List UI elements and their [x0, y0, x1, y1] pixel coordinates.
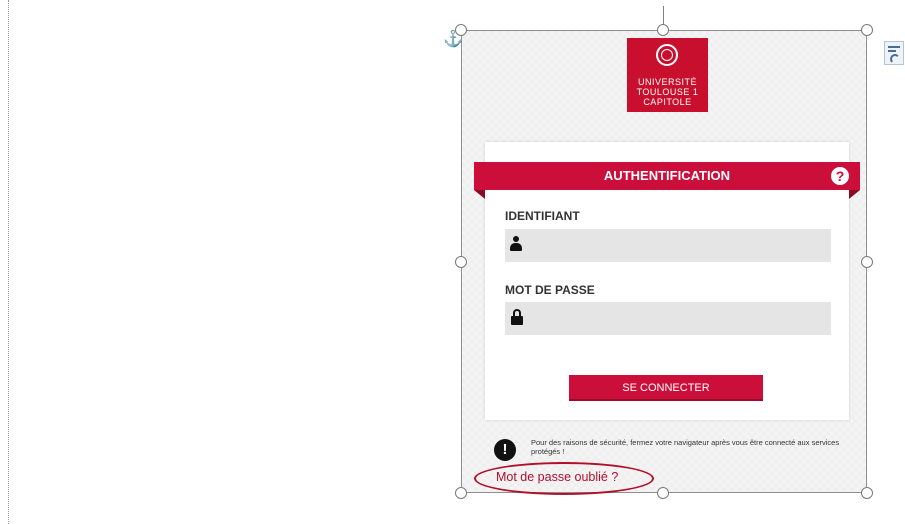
security-notice: Pour des raisons de sécurité, fermez vot…	[531, 438, 840, 456]
page-margin-line	[8, 0, 9, 524]
lock-icon	[511, 309, 523, 325]
identifiant-label: IDENTIFIANT	[505, 209, 580, 223]
logo-line: TOULOUSE 1	[636, 87, 699, 97]
resize-handle-top-left[interactable]	[455, 24, 467, 36]
resize-handle-right[interactable]	[861, 256, 873, 268]
resize-handle-bottom-right[interactable]	[861, 487, 873, 499]
warning-icon: !	[494, 439, 516, 461]
logo-text: UNIVERSITÉ TOULOUSE 1 CAPITOLE	[627, 77, 708, 107]
layout-options-arc	[890, 54, 900, 64]
resize-handle-bottom[interactable]	[657, 487, 669, 499]
identifiant-input[interactable]	[505, 229, 831, 262]
resize-handle-top[interactable]	[657, 24, 669, 36]
logo-line: CAPITOLE	[643, 97, 692, 107]
password-label: MOT DE PASSE	[505, 283, 595, 297]
connect-button[interactable]: SE CONNECTER	[569, 375, 763, 401]
resize-handle-bottom-left[interactable]	[455, 487, 467, 499]
auth-title: AUTHENTIFICATION	[603, 168, 731, 183]
password-input[interactable]	[505, 302, 831, 335]
help-icon[interactable]: ?	[831, 167, 849, 185]
layout-options-icon[interactable]	[884, 41, 904, 65]
user-icon-head	[513, 236, 519, 242]
seal-icon	[656, 44, 678, 66]
user-icon-body	[510, 243, 522, 251]
lock-icon-body	[511, 316, 523, 325]
user-icon	[510, 236, 522, 252]
resize-handle-left[interactable]	[455, 256, 467, 268]
banner-fold-right	[849, 190, 860, 199]
annotation-ellipse	[474, 462, 654, 495]
layout-options-line	[888, 46, 900, 48]
layout-options-line	[888, 50, 896, 52]
logo-line: UNIVERSITÉ	[637, 77, 697, 87]
banner-fold-left	[474, 190, 485, 199]
university-logo: UNIVERSITÉ TOULOUSE 1 CAPITOLE	[627, 38, 708, 112]
resize-handle-top-right[interactable]	[861, 24, 873, 36]
